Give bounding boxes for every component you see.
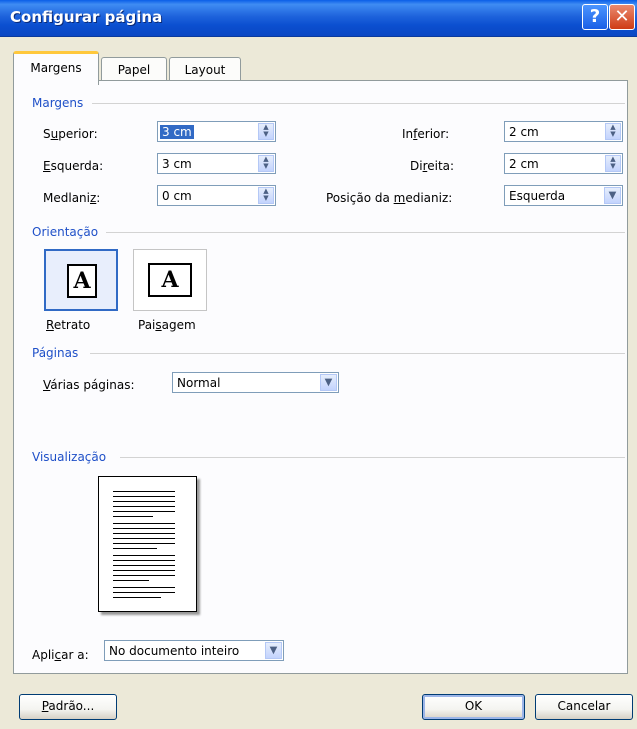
portrait-option[interactable]: A (44, 249, 118, 311)
direita-spinner[interactable]: 2 cm ▲ ▼ (504, 153, 623, 174)
varias-paginas-label: Várias páginas: (43, 378, 135, 392)
landscape-page-icon: A (148, 263, 192, 297)
inferior-spinner[interactable]: 2 cm ▲ ▼ (504, 121, 623, 142)
spin-arrows-icon[interactable]: ▲ ▼ (258, 123, 274, 140)
direita-value[interactable]: 2 cm (509, 157, 539, 171)
paisagem-label: Paisagem (138, 318, 196, 332)
tab-margens[interactable]: Margens (13, 51, 99, 85)
tab-layout[interactable]: Layout (169, 57, 241, 82)
group-divider (92, 103, 625, 104)
superior-label: Superior: (43, 127, 98, 141)
group-divider (120, 457, 625, 458)
medianiz-value[interactable]: 0 cm (162, 189, 192, 203)
medianiz-label: Medlaniz: (43, 191, 101, 205)
esquerda-label: Esquerda: (43, 159, 104, 173)
group-divider (90, 353, 625, 354)
superior-spinner[interactable]: 3 cm ▲ ▼ (157, 121, 276, 142)
page-setup-dialog: Configurar página ? ✕ Margens Papel Layo… (0, 0, 637, 729)
spin-arrows-icon[interactable]: ▲ ▼ (258, 155, 274, 172)
posicao-medianiz-label: Posição da medianiz: (326, 191, 453, 205)
group-orientacao-label: Orientação (32, 225, 99, 239)
tab-papel[interactable]: Papel (101, 57, 167, 82)
spin-arrows-icon[interactable]: ▲ ▼ (605, 123, 621, 140)
chevron-down-icon[interactable]: ▼ (320, 374, 337, 391)
inferior-value[interactable]: 2 cm (509, 125, 539, 139)
group-divider (106, 232, 625, 233)
landscape-option[interactable]: A (133, 249, 207, 311)
help-icon[interactable]: ? (582, 4, 608, 30)
chevron-down-icon[interactable]: ▼ (265, 642, 282, 659)
retrato-label: Retrato (46, 318, 91, 332)
close-icon[interactable]: ✕ (609, 4, 635, 30)
chevron-down-icon[interactable]: ▼ (604, 187, 621, 204)
dialog-title: Configurar página (10, 8, 163, 26)
esquerda-value[interactable]: 3 cm (162, 157, 192, 171)
varias-paginas-value: Normal (177, 376, 221, 390)
cancel-button[interactable]: Cancelar (535, 694, 633, 720)
esquerda-spinner[interactable]: 3 cm ▲ ▼ (157, 153, 276, 174)
medianiz-spinner[interactable]: 0 cm ▲ ▼ (157, 185, 276, 206)
posicao-medianiz-select[interactable]: Esquerda ▼ (504, 185, 623, 206)
varias-paginas-select[interactable]: Normal ▼ (172, 372, 339, 393)
ok-button[interactable]: OK (422, 694, 525, 720)
inferior-label: Inferior: (402, 127, 450, 141)
posicao-medianiz-value: Esquerda (509, 189, 566, 203)
padrao-button[interactable]: Padrão... (19, 694, 117, 720)
aplicar-a-value: No documento inteiro (109, 644, 240, 658)
group-margens-label: Margens (32, 96, 84, 110)
spin-arrows-icon[interactable]: ▲ ▼ (258, 187, 274, 204)
aplicar-a-label: Aplicar a: (32, 648, 89, 662)
direita-label: Direita: (410, 159, 455, 173)
group-paginas-label: Páginas (32, 346, 79, 360)
portrait-page-icon: A (67, 264, 97, 298)
spin-arrows-icon[interactable]: ▲ ▼ (605, 155, 621, 172)
aplicar-a-select[interactable]: No documento inteiro ▼ (104, 640, 284, 661)
group-visualizacao-label: Visualização (32, 450, 107, 464)
superior-value[interactable]: 3 cm (160, 125, 194, 139)
title-bar[interactable]: Configurar página ? ✕ (0, 0, 637, 37)
page-preview (98, 476, 197, 612)
